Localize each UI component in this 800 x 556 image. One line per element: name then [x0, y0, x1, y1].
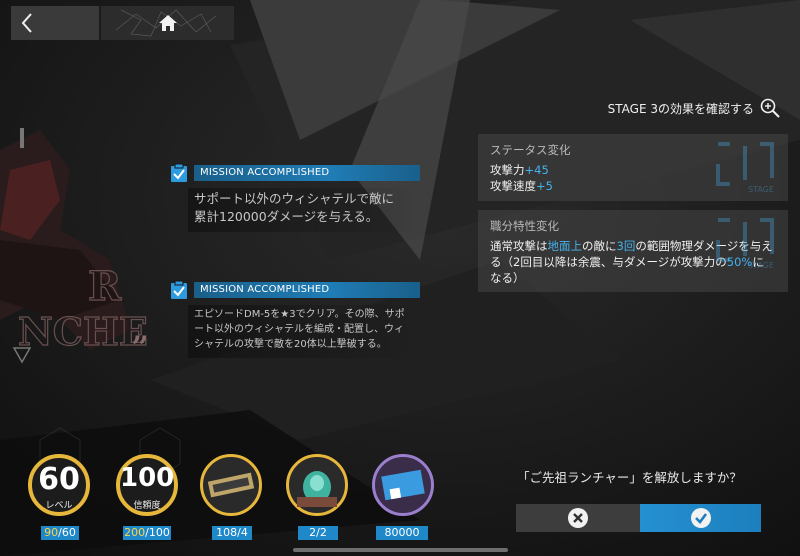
- trust-value: 100: [120, 463, 175, 493]
- close-icon: [568, 508, 588, 528]
- mission-line: ート以外のウィシャテルを編成・配置し、ウィ: [194, 324, 404, 335]
- trait-change-panel: STAGE 職分特性変化 通常攻撃は地面上の敵に3回の範囲物理ダメージを与え る…: [478, 210, 788, 292]
- stage-effect-label: STAGE 3の効果を確認する: [607, 101, 754, 116]
- unlock-confirm-question: 「ご先祖ランチャー」を解放しますか？: [517, 470, 742, 485]
- stage-watermark: STAGE: [716, 218, 774, 270]
- confirm-button[interactable]: [640, 504, 761, 532]
- bg-text-a: R: [88, 263, 122, 310]
- zoom-in-icon: [760, 98, 780, 118]
- mission-description: サポート以外のウィシャテルで敵に 累計120000ダメージを与える。: [188, 188, 420, 232]
- home-button[interactable]: [101, 6, 234, 40]
- mission-card-2: MISSION ACCOMPLISHED エピソードDM-5を★3でクリア。その…: [170, 280, 420, 358]
- mission-line: サポート以外のウィシャテルで敵に: [194, 191, 395, 206]
- trust-count: 200/100: [123, 526, 171, 540]
- mission-line: シャテルの攻撃で敵を20体以上撃破する。: [194, 339, 387, 350]
- stage-watermark: STAGE: [716, 142, 774, 194]
- bg-text-b: NCHE: [18, 309, 148, 354]
- trait-line-3: なる）: [490, 271, 525, 285]
- chip-material-icon: [207, 472, 255, 498]
- home-indicator[interactable]: [293, 548, 508, 552]
- data-card-icon: [381, 469, 425, 501]
- cancel-button[interactable]: [516, 504, 640, 532]
- trust-ring: 100 信頼度: [116, 454, 178, 516]
- level-count: 90/60: [41, 526, 79, 540]
- back-button[interactable]: [11, 6, 101, 40]
- clipboard-check-icon: [171, 163, 187, 182]
- clipboard-check-icon: [171, 280, 187, 299]
- mission-status: MISSION ACCOMPLISHED: [194, 282, 420, 298]
- level-ring: 60 レベル: [28, 454, 90, 516]
- level-value: 60: [38, 462, 80, 497]
- material-3-count: 80000: [376, 526, 428, 540]
- mission-status: MISSION ACCOMPLISHED: [194, 165, 420, 181]
- chevron-left-icon: [21, 13, 32, 33]
- bg-text-c: „: [132, 313, 149, 348]
- home-icon: [158, 15, 177, 31]
- status-change-panel: STAGE ステータス変化 攻撃力+45 攻撃速度+5: [478, 134, 788, 201]
- mission-line: エピソードDM-5を★3でクリア。その際、サポ: [194, 309, 405, 320]
- stage-effect-link[interactable]: STAGE 3の効果を確認する: [608, 98, 780, 118]
- material-ring: [286, 454, 348, 516]
- mission-line: 累計120000ダメージを与える。: [194, 209, 379, 224]
- attack-label: 攻撃力: [490, 163, 525, 177]
- trust-label: 信頼度: [133, 501, 161, 511]
- material-1-count: 108/4: [212, 526, 252, 540]
- level-label: レベル: [45, 501, 73, 511]
- material-item-3[interactable]: 80000: [372, 454, 442, 540]
- level-requirement: 60 レベル 90/60: [28, 454, 98, 540]
- attack-speed-value: +5: [536, 179, 553, 193]
- check-icon: [690, 508, 711, 528]
- mission-card-1: MISSION ACCOMPLISHED サポート以外のウィシャテルで敵に 累計…: [170, 163, 420, 232]
- mission-description: エピソードDM-5を★3でクリア。その際、サポ ート以外のウィシャテルを編成・配…: [188, 305, 420, 358]
- material-item-1[interactable]: 108/4: [200, 454, 270, 540]
- crystal-material-icon: [297, 471, 337, 507]
- attack-speed-label: 攻撃速度: [490, 179, 536, 193]
- material-item-2[interactable]: 2/2: [286, 454, 356, 540]
- material-ring: [200, 454, 262, 516]
- trust-requirement: 100 信頼度 200/100: [116, 454, 186, 540]
- material-2-count: 2/2: [298, 526, 338, 540]
- attack-value: +45: [524, 163, 549, 177]
- top-nav: [11, 6, 234, 40]
- confirm-buttons: [516, 504, 761, 532]
- svg-text:STAGE: STAGE: [748, 185, 774, 194]
- svg-text:STAGE: STAGE: [748, 261, 774, 270]
- material-ring: [372, 454, 434, 516]
